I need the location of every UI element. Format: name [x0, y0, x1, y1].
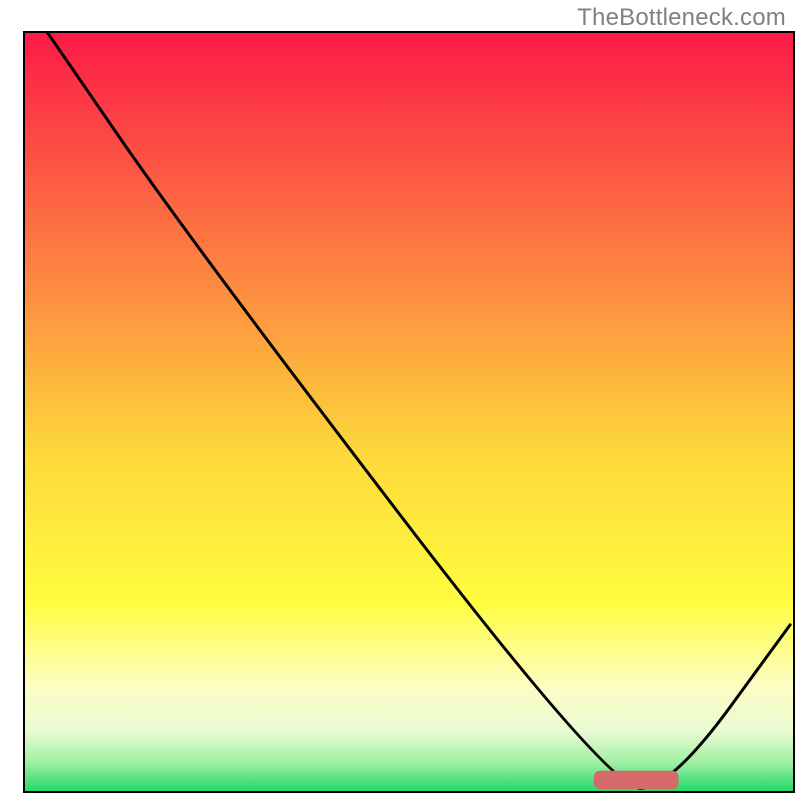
bottleneck-chart	[0, 0, 800, 800]
optimal-range-marker	[594, 771, 679, 789]
chart-background	[24, 32, 794, 792]
chart-container: TheBottleneck.com	[0, 0, 800, 800]
